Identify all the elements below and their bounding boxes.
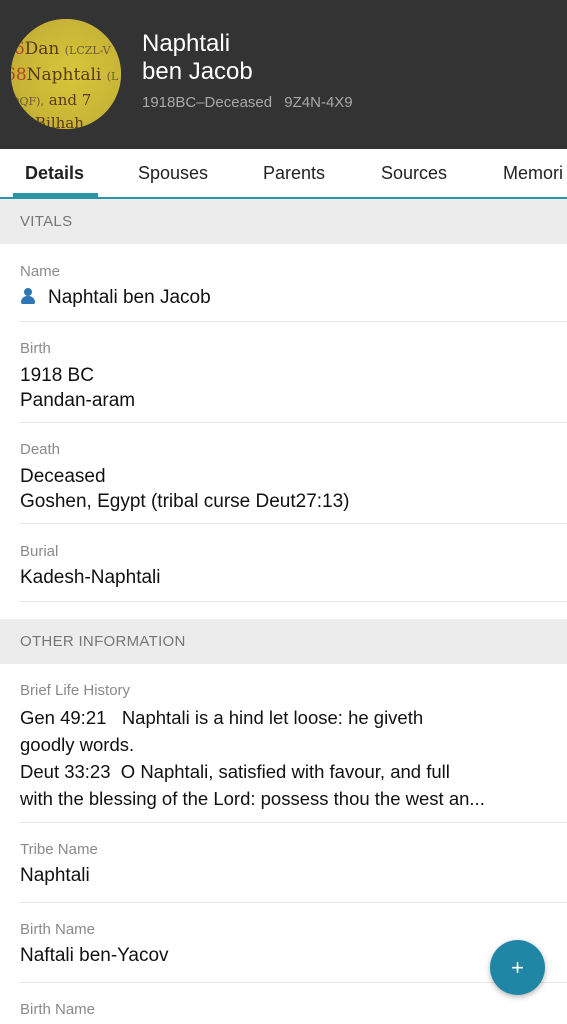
field-value: Naphtali xyxy=(20,865,90,886)
tab-bar: Details Spouses Parents Sources Memori xyxy=(0,149,567,199)
person-name-line1: Naphtali xyxy=(142,30,231,57)
tab-sources[interactable]: Sources xyxy=(381,149,447,197)
history-line: Deut 33:23 O Naphtali, satisfied with fa… xyxy=(20,761,450,782)
field-birth-name-2[interactable]: Birth Name xyxy=(20,1001,567,1019)
tab-parents[interactable]: Parents xyxy=(263,149,325,197)
divider xyxy=(20,321,567,322)
field-value: Gen 49:21 Naphtali is a hind let loose: … xyxy=(20,704,567,812)
history-line: with the blessing of the Lord: possess t… xyxy=(20,788,485,809)
field-value: Naftali ben-Yacov xyxy=(20,945,169,966)
divider xyxy=(20,902,567,903)
person-header: 86Dan (LCZL-V 68Naphtali (L -DQF), and 7… xyxy=(0,0,567,149)
field-name[interactable]: Name Naphtali ben Jacob xyxy=(20,263,567,310)
field-tribe-name[interactable]: Tribe Name Naphtali xyxy=(20,841,567,888)
divider xyxy=(20,422,567,423)
avatar-image: 86Dan (LCZL-V 68Naphtali (L -DQF), and 7… xyxy=(11,19,121,129)
field-birth[interactable]: Birth 1918 BC Pandan-aram xyxy=(20,340,567,413)
field-birth-name[interactable]: Birth Name Naftali ben-Yacov xyxy=(20,921,567,968)
field-label: Birth Name xyxy=(20,1001,96,1018)
history-line: goodly words. xyxy=(20,734,135,755)
field-label: Death xyxy=(20,441,61,458)
divider xyxy=(20,982,567,983)
person-lifespan: 1918BC–Deceased xyxy=(142,94,273,111)
person-meta: 1918BC–Deceased 9Z4N-4X9 xyxy=(142,94,361,111)
avatar-text-line: -DQF), and 7 xyxy=(11,91,92,109)
field-label: Brief Life History xyxy=(20,682,131,699)
tab-memories[interactable]: Memori xyxy=(503,149,563,197)
divider xyxy=(20,822,567,823)
field-label: Birth xyxy=(20,340,51,357)
field-value: Kadesh-Naphtali xyxy=(20,567,161,588)
person-icon xyxy=(20,287,36,305)
field-label: Burial xyxy=(20,543,59,560)
birth-date: 1918 BC xyxy=(20,365,94,386)
section-other-header: OTHER INFORMATION xyxy=(0,619,567,664)
person-avatar[interactable]: 86Dan (LCZL-V 68Naphtali (L -DQF), and 7… xyxy=(11,19,121,129)
field-label: Name xyxy=(20,263,61,280)
tab-spouses[interactable]: Spouses xyxy=(138,149,208,197)
divider xyxy=(20,523,567,524)
plus-icon: + xyxy=(511,955,524,980)
person-name-line2: ben Jacob xyxy=(142,58,253,85)
field-value: Deceased Goshen, Egypt (tribal curse Deu… xyxy=(20,464,567,514)
person-id: 9Z4N-4X9 xyxy=(284,94,353,111)
field-value: 1918 BC Pandan-aram xyxy=(20,363,567,413)
person-name: Naphtali ben Jacob xyxy=(142,30,542,86)
field-label: Tribe Name xyxy=(20,841,98,858)
death-date: Deceased xyxy=(20,466,106,487)
history-line: Gen 49:21 Naphtali is a hind let loose: … xyxy=(20,707,424,728)
divider xyxy=(20,601,567,602)
field-label: Birth Name xyxy=(20,921,96,938)
field-burial[interactable]: Burial Kadesh-Naphtali xyxy=(20,543,567,590)
avatar-text-line: Bilhah xyxy=(35,114,84,129)
avatar-text-line: 86Dan (LCZL-V xyxy=(11,39,111,59)
birth-place: Pandan-aram xyxy=(20,390,136,411)
field-life-history[interactable]: Brief Life History Gen 49:21 Naphtali is… xyxy=(20,682,567,812)
field-value: Naphtali ben Jacob xyxy=(20,286,567,310)
field-death[interactable]: Death Deceased Goshen, Egypt (tribal cur… xyxy=(20,441,567,514)
avatar-text-line: 68Naphtali (L xyxy=(11,65,119,85)
tab-details[interactable]: Details xyxy=(25,149,84,197)
add-button[interactable]: + xyxy=(490,940,545,995)
death-place: Goshen, Egypt (tribal curse Deut27:13) xyxy=(20,491,350,512)
section-vitals-header: VITALS xyxy=(0,199,567,244)
name-value: Naphtali ben Jacob xyxy=(48,287,211,308)
active-tab-indicator xyxy=(13,193,98,197)
